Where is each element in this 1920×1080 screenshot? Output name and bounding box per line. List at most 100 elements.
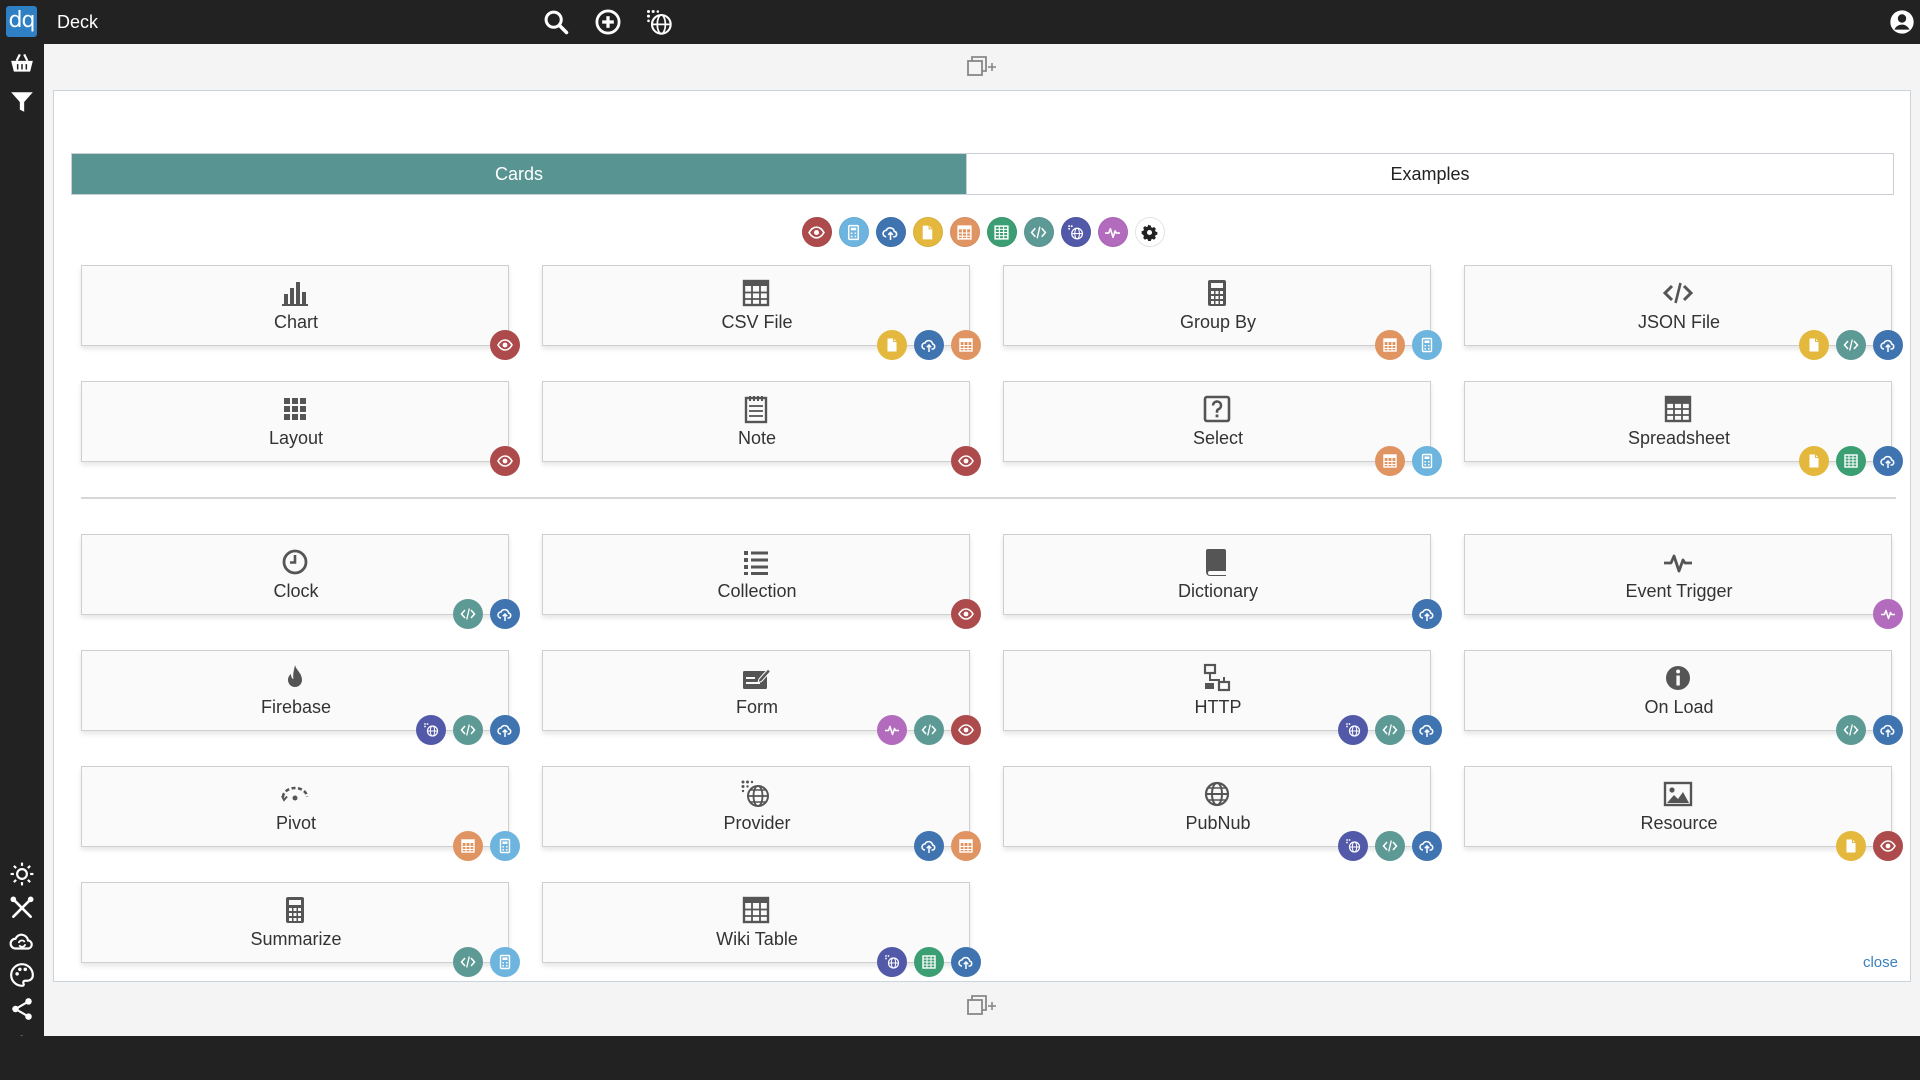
sidebar: [0, 44, 44, 1054]
add-card-top-icon[interactable]: [966, 55, 998, 79]
badge-cloud-icon: [1412, 715, 1442, 745]
tab-cards[interactable]: Cards: [72, 154, 966, 194]
search-icon[interactable]: [542, 8, 570, 36]
card-category-badges: [914, 831, 981, 861]
card-label: Select: [1192, 428, 1244, 448]
calculator-icon: [1201, 278, 1233, 308]
card-spreadsheet[interactable]: Spreadsheet: [1464, 381, 1903, 476]
card-firebase[interactable]: Firebase: [81, 650, 520, 745]
card-label: Event Trigger: [1625, 581, 1733, 601]
card-http[interactable]: HTTP: [1003, 650, 1442, 745]
card-json-file[interactable]: JSON File: [1464, 265, 1903, 360]
sun-icon[interactable]: [9, 861, 35, 887]
card-category-badges: [416, 715, 520, 745]
tab-examples[interactable]: Examples: [966, 154, 1893, 194]
main-area: Cards Examples Chart CSV File Group By JSON…: [44, 44, 1920, 1036]
filter-chip-provider[interactable]: [1060, 217, 1091, 247]
badge-provider-icon: [1338, 831, 1368, 861]
question-box-icon: [1201, 394, 1233, 424]
filter-icon[interactable]: [9, 89, 35, 115]
badge-cloud-icon: [490, 599, 520, 629]
badge-provider-icon: [877, 947, 907, 977]
card-note[interactable]: Note: [542, 381, 981, 476]
card-summarize[interactable]: Summarize: [81, 882, 520, 977]
card-category-badges: [1338, 715, 1442, 745]
badge-provider-icon: [1338, 715, 1368, 745]
badge-sheet-icon: [1836, 446, 1866, 476]
badge-code-icon: [914, 715, 944, 745]
card-clock[interactable]: Clock: [81, 534, 520, 629]
globe-icon[interactable]: [645, 8, 673, 36]
card-category-badges: [951, 446, 981, 476]
filter-provider-icon: [1067, 224, 1084, 241]
badge-event-icon: [1873, 599, 1903, 629]
share-icon[interactable]: [9, 996, 35, 1022]
card-category-badges: [1799, 330, 1903, 360]
badge-code-icon: [1836, 330, 1866, 360]
filter-chip-view[interactable]: [801, 217, 832, 247]
add-circle-icon[interactable]: [594, 8, 622, 36]
card-label: On Load: [1644, 697, 1714, 717]
card-event-trigger[interactable]: Event Trigger: [1464, 534, 1903, 629]
badge-calc-icon: [490, 947, 520, 977]
badge-file-icon: [877, 330, 907, 360]
filter-view-icon: [808, 224, 825, 241]
badge-cloud-icon: [914, 831, 944, 861]
add-card-bottom-icon[interactable]: [966, 994, 998, 1018]
filter-file-icon: [919, 224, 936, 241]
filter-chip-file[interactable]: [912, 217, 943, 247]
filter-chip-table[interactable]: [949, 217, 980, 247]
card-layout[interactable]: Layout: [81, 381, 520, 476]
filter-chip-code[interactable]: [1023, 217, 1054, 247]
app-logo[interactable]: dq: [6, 6, 37, 37]
filter-sheet-icon: [993, 224, 1010, 241]
badge-calc-icon: [490, 831, 520, 861]
card-dictionary[interactable]: Dictionary: [1003, 534, 1442, 629]
card-category-badges: [490, 330, 520, 360]
filter-chip-calc[interactable]: [838, 217, 869, 247]
tools-icon[interactable]: [9, 895, 35, 921]
network-icon: [1201, 663, 1233, 693]
badge-view-icon: [951, 446, 981, 476]
provider-globe-icon: [740, 779, 772, 809]
category-filter-bar: [54, 217, 1912, 247]
palette-icon[interactable]: [9, 962, 35, 988]
card-group-by[interactable]: Group By: [1003, 265, 1442, 360]
badge-view-icon: [490, 446, 520, 476]
pivot-icon: [279, 779, 311, 809]
table-grid-icon: [740, 278, 772, 308]
card-csv-file[interactable]: CSV File: [542, 265, 981, 360]
card-category-badges: [877, 715, 981, 745]
card-pivot[interactable]: Pivot: [81, 766, 520, 861]
filter-chip-event[interactable]: [1097, 217, 1128, 247]
user-circle-icon[interactable]: [1888, 8, 1916, 36]
card-label: Note: [737, 428, 777, 448]
badge-table-icon: [1375, 446, 1405, 476]
card-form[interactable]: Form: [542, 650, 981, 745]
badge-cloud-icon: [1873, 330, 1903, 360]
list-icon: [740, 547, 772, 577]
cloud-sync-icon[interactable]: [9, 929, 35, 955]
filter-chip-sheet[interactable]: [986, 217, 1017, 247]
card-collection[interactable]: Collection: [542, 534, 981, 629]
gear-icon[interactable]: [1134, 217, 1165, 247]
card-on-load[interactable]: On Load: [1464, 650, 1903, 745]
badge-view-icon: [1873, 831, 1903, 861]
filter-chip-cloud[interactable]: [875, 217, 906, 247]
card-wiki-table[interactable]: Wiki Table: [542, 882, 981, 977]
basket-icon[interactable]: [9, 50, 35, 76]
card-select[interactable]: Select: [1003, 381, 1442, 476]
card-provider[interactable]: Provider: [542, 766, 981, 861]
card-pubnub[interactable]: PubNub: [1003, 766, 1442, 861]
badge-calc-icon: [1412, 446, 1442, 476]
form-icon: [740, 663, 772, 693]
calculator-icon: [279, 895, 311, 925]
badge-view-icon: [490, 330, 520, 360]
card-resource[interactable]: Resource: [1464, 766, 1903, 861]
badge-table-icon: [453, 831, 483, 861]
close-link[interactable]: close: [1863, 954, 1898, 971]
section-divider: [81, 497, 1896, 499]
card-label: Chart: [273, 312, 318, 332]
badge-code-icon: [1375, 715, 1405, 745]
card-chart[interactable]: Chart: [81, 265, 520, 360]
